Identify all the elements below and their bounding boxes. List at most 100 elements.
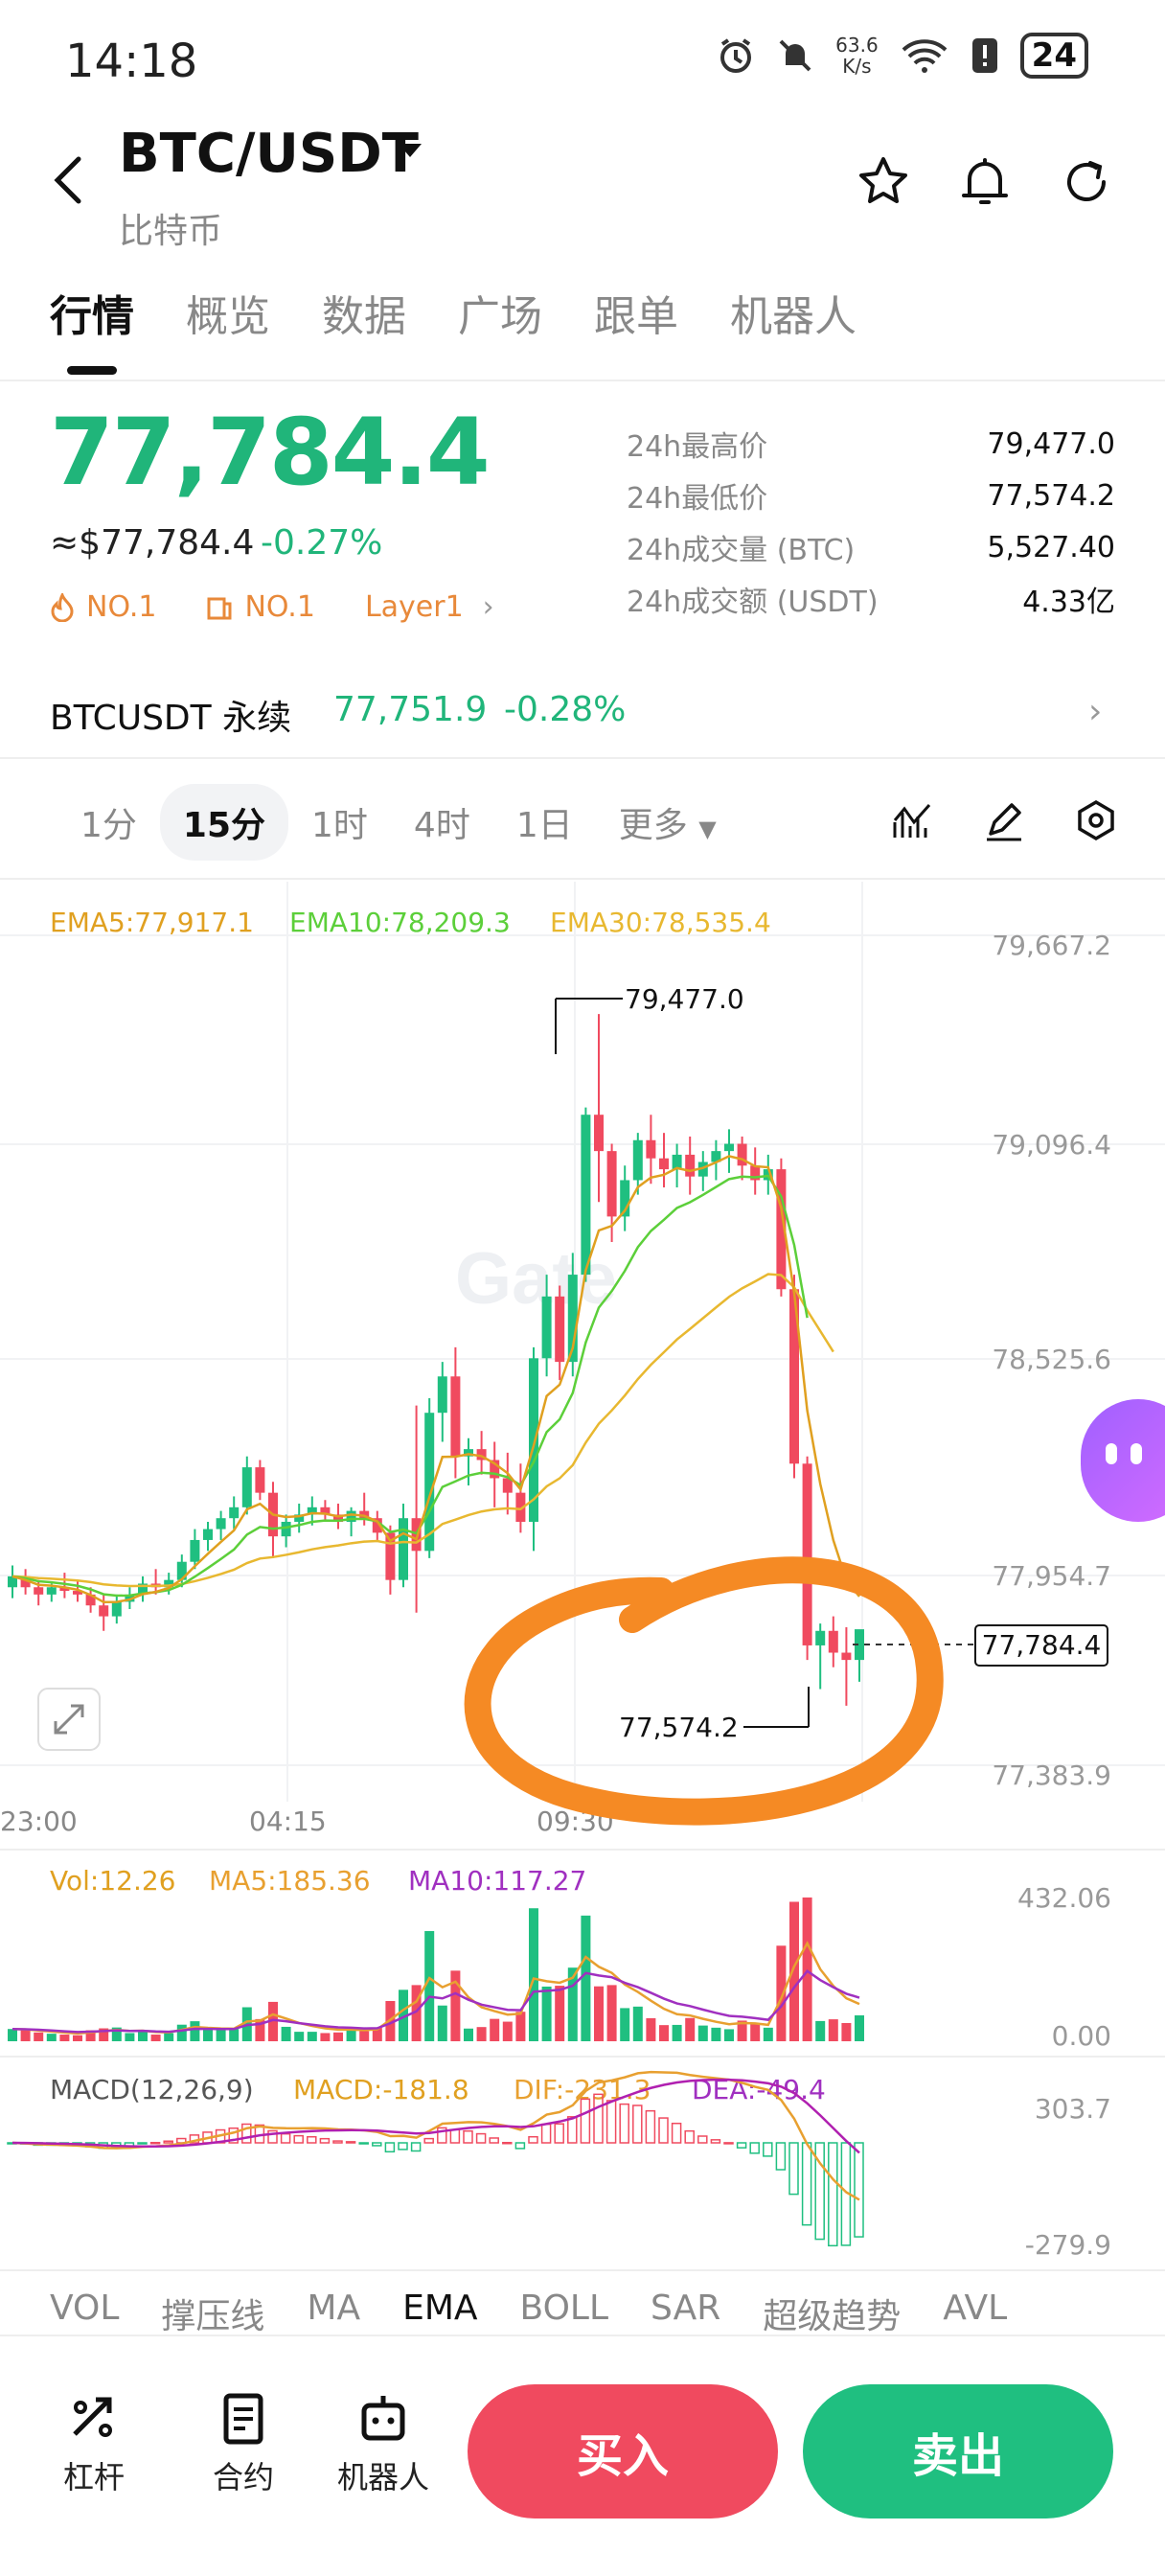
fab-eye <box>1131 1443 1142 1464</box>
y-tick: 79,667.2 <box>992 930 1111 961</box>
candle-body <box>437 1376 447 1414</box>
chevron-right-icon[interactable]: › <box>1088 692 1102 731</box>
contract-button[interactable]: 合约 <box>213 2392 274 2497</box>
indicator-boll[interactable]: BOLL <box>520 2288 609 2338</box>
chevron-right-icon: › <box>482 590 494 624</box>
candle-body <box>724 1143 734 1152</box>
tab-market[interactable]: 行情 <box>50 282 134 343</box>
back-icon[interactable] <box>50 153 88 207</box>
tab-overview[interactable]: 概览 <box>186 282 270 343</box>
tab-data[interactable]: 数据 <box>322 282 406 343</box>
volume-bar <box>203 2029 213 2041</box>
share-icon[interactable] <box>1058 153 1115 211</box>
leverage-button[interactable]: 杠杆 <box>63 2392 125 2497</box>
ema30-label: EMA30:78,535.4 <box>550 907 771 938</box>
marketcap-badge[interactable]: NO.1 <box>206 590 315 624</box>
timeframe-more[interactable]: 更多 ▼ <box>596 784 740 861</box>
candle-body <box>99 1605 109 1617</box>
indicator-supertrend[interactable]: 超级趋势 <box>763 2288 901 2338</box>
layer-badge[interactable]: Layer1 › <box>365 590 494 624</box>
alarm-icon <box>720 38 752 73</box>
buy-button[interactable]: 买入 <box>468 2384 778 2518</box>
favorite-star-icon[interactable] <box>855 153 912 211</box>
volume-bar <box>659 2025 669 2041</box>
macd-bar <box>319 2137 331 2144</box>
hot-badge[interactable]: NO.1 <box>50 590 156 624</box>
vol-tick: 432.06 <box>1017 1882 1111 1914</box>
candle-body <box>399 1518 408 1580</box>
macd-bar <box>605 2100 617 2144</box>
candle-body <box>828 1630 838 1653</box>
tab-bots[interactable]: 机器人 <box>730 282 857 343</box>
vol-label: Vol:12.26 <box>50 1865 175 1897</box>
volume-bar <box>555 1986 565 2041</box>
timeframe-15m[interactable]: 15分 <box>159 784 289 861</box>
macd-bar <box>788 2142 799 2196</box>
tab-square[interactable]: 广场 <box>458 282 542 343</box>
kline-chart[interactable]: Gate EMA5:77,917.1 EMA10:78,209.3 EMA30:… <box>0 882 1165 2271</box>
macd-bar <box>372 2142 382 2147</box>
candle-body <box>190 1539 200 1562</box>
sell-button[interactable]: 卖出 <box>803 2384 1113 2518</box>
macd-bar <box>384 2142 396 2153</box>
flame-icon <box>51 592 74 622</box>
x-tick: 23:00 <box>0 1806 78 1837</box>
timeframe-4h[interactable]: 4时 <box>391 784 493 861</box>
ranking-badges[interactable]: NO.1 NO.1 Layer1 › <box>50 590 494 624</box>
indicator-icon[interactable] <box>891 799 933 841</box>
macd-bar <box>854 2142 864 2238</box>
tab-copy-trading[interactable]: 跟单 <box>594 282 678 343</box>
indicator-sar[interactable]: SAR <box>651 2288 720 2338</box>
status-bar: 14:18 63.6 K/s 24 <box>0 0 1165 115</box>
fab-eye <box>1106 1443 1117 1464</box>
bot-button[interactable]: 机器人 <box>337 2392 429 2497</box>
indicator-avl[interactable]: AVL <box>943 2288 1007 2338</box>
indicator-ema[interactable]: EMA <box>402 2288 477 2338</box>
volume-bars <box>8 1898 864 2041</box>
price-change: -0.27% <box>261 523 383 563</box>
volume-bar <box>620 2008 630 2041</box>
pair-title[interactable]: BTC/USDT <box>119 123 419 185</box>
volume-bar <box>476 2027 487 2041</box>
volume-bar <box>73 2035 82 2041</box>
indicator-support-resistance[interactable]: 撑压线 <box>161 2288 264 2338</box>
volume-bar <box>294 2032 305 2041</box>
expand-chart-button[interactable] <box>37 1688 101 1751</box>
macd-bar <box>449 2128 461 2144</box>
vol-ma5-line <box>11 1941 860 2036</box>
macd-title: MACD(12,26,9) <box>50 2074 254 2105</box>
volume-legend: Vol:12.26 MA5:185.36 MA10:117.27 <box>50 1865 586 1897</box>
candle-body <box>841 1652 852 1661</box>
candle-body <box>541 1296 552 1359</box>
volume-bar <box>672 2024 682 2041</box>
volume-bar <box>606 1985 617 2041</box>
timeframe-1m[interactable]: 1分 <box>57 784 160 861</box>
volume-bar <box>502 2021 513 2041</box>
volume-bar <box>763 2027 773 2041</box>
volume-bar <box>515 2012 526 2041</box>
candle-body <box>581 1115 591 1276</box>
draw-pencil-icon[interactable] <box>983 799 1025 841</box>
timeframe-selector: 1分 15分 1时 4时 1日 更多 ▼ <box>57 784 740 861</box>
volume-bar <box>828 2019 838 2041</box>
macd-bar <box>137 2142 148 2145</box>
leverage-icon <box>73 2397 112 2437</box>
timeframe-1d[interactable]: 1日 <box>493 784 596 861</box>
y-tick: 79,096.4 <box>992 1129 1111 1161</box>
perp-label[interactable]: BTCUSDT 永续 <box>50 690 291 740</box>
indicator-vol[interactable]: VOL <box>50 2288 119 2338</box>
alert-icon <box>971 38 997 73</box>
macd-bar <box>828 2142 838 2247</box>
macd-bar <box>658 2117 669 2144</box>
macd-bar <box>307 2135 317 2144</box>
pair-dropdown-icon[interactable] <box>399 144 422 157</box>
last-price: 77,784.4 <box>50 399 491 506</box>
volume-bar <box>776 1945 787 2041</box>
ema10-label: EMA10:78,209.3 <box>289 907 511 938</box>
timeframe-1h[interactable]: 1时 <box>288 784 391 861</box>
indicator-ma[interactable]: MA <box>307 2288 360 2338</box>
status-icons: 63.6 K/s 24 <box>717 33 1088 79</box>
ema5-label: EMA5:77,917.1 <box>50 907 254 938</box>
settings-icon[interactable] <box>1075 799 1117 841</box>
alert-bell-icon[interactable] <box>956 153 1014 211</box>
